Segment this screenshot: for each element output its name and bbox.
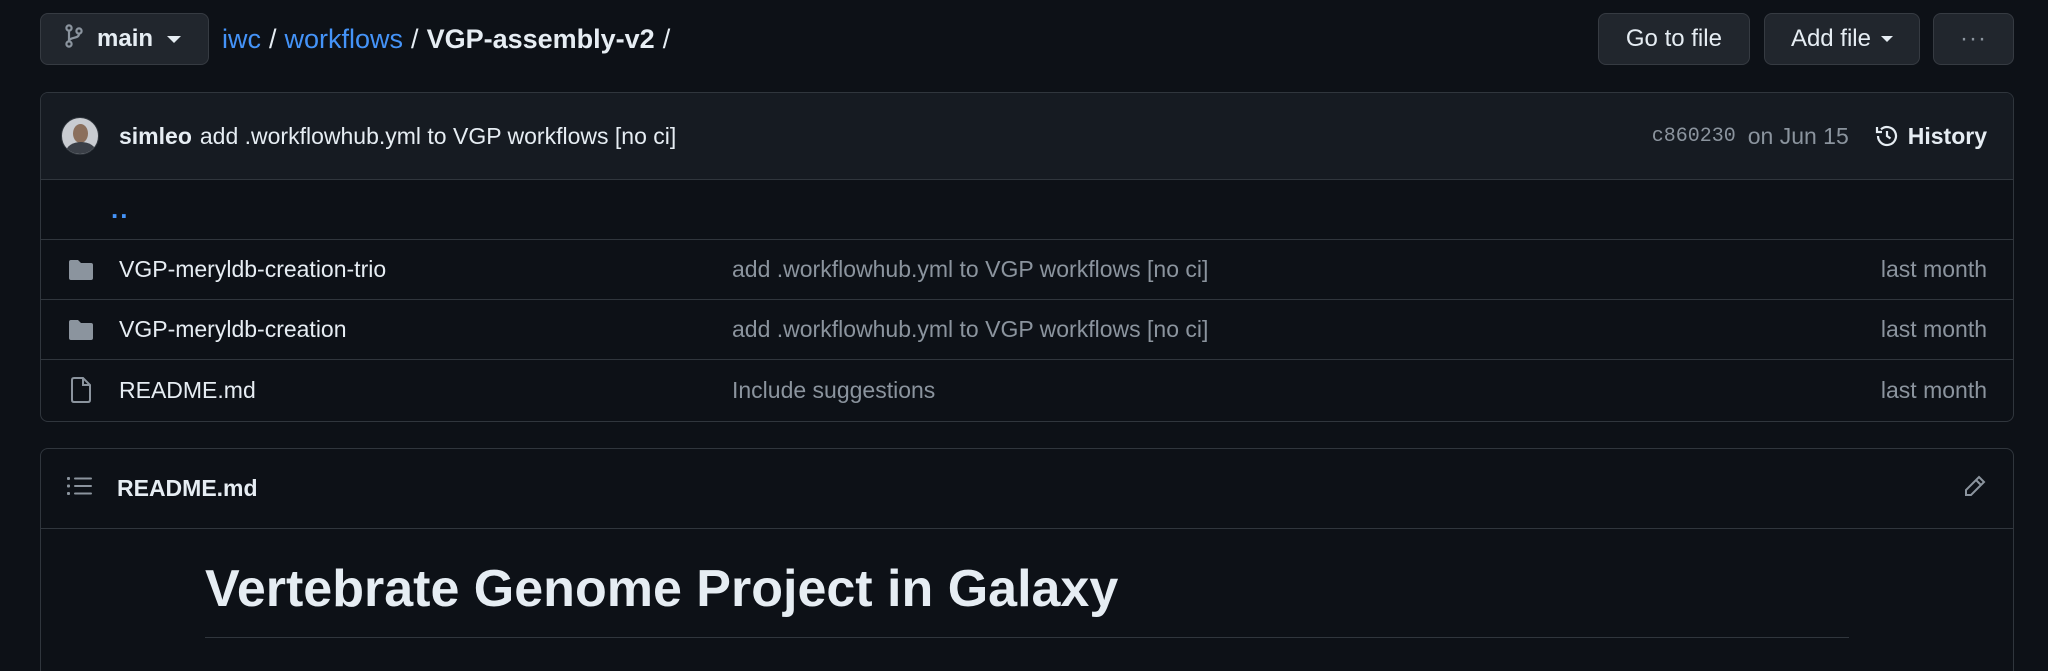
readme-content: Vertebrate Genome Project in Galaxy <box>41 529 2013 638</box>
branch-selector-button[interactable]: main <box>40 13 209 65</box>
more-options-button[interactable]: ··· <box>1933 13 2014 65</box>
commit-message[interactable]: add .workflowhub.yml to VGP workflows [n… <box>200 123 676 150</box>
add-file-label: Add file <box>1790 25 1871 52</box>
folder-icon <box>67 256 95 284</box>
breadcrumb-separator: / <box>662 23 671 54</box>
file-browser: simleo add .workflowhub.yml to VGP workf… <box>40 92 2014 422</box>
chevron-down-icon <box>167 35 182 43</box>
file-commit-message[interactable]: Include suggestions <box>732 377 1881 404</box>
go-to-file-button[interactable]: Go to file <box>1597 13 1750 65</box>
readme-filename[interactable]: README.md <box>117 475 258 502</box>
file-commit-message[interactable]: add .workflowhub.yml to VGP workflows [n… <box>732 256 1881 283</box>
history-icon <box>1875 125 1897 147</box>
table-row[interactable]: VGP-meryldb-creation-trio add .workflowh… <box>41 240 2013 300</box>
breadcrumb-folder-link[interactable]: workflows <box>285 24 404 55</box>
file-name-link[interactable]: README.md <box>119 377 732 404</box>
readme-panel: README.md Vertebrate Genome Project in G… <box>40 448 2014 671</box>
parent-directory-link[interactable]: .. <box>111 194 129 225</box>
file-icon <box>67 376 95 404</box>
commit-author[interactable]: simleo <box>119 123 192 150</box>
file-name-link[interactable]: VGP-meryldb-creation-trio <box>119 256 732 283</box>
folder-icon <box>67 316 95 344</box>
history-link[interactable]: History <box>1874 123 1987 150</box>
commit-sha[interactable]: c860230 <box>1652 125 1736 148</box>
breadcrumb: iwc / workflows / VGP-assembly-v2 / <box>222 24 678 55</box>
file-commit-date: last month <box>1880 376 1987 403</box>
history-label: History <box>1907 122 1987 149</box>
chevron-down-icon <box>1881 36 1893 42</box>
file-commit-date: last month <box>1880 256 1987 282</box>
readme-header: README.md <box>41 449 2013 529</box>
add-file-button[interactable]: Add file <box>1763 13 1920 65</box>
pencil-icon[interactable] <box>1963 474 1987 503</box>
breadcrumb-current: VGP-assembly-v2 <box>426 23 655 54</box>
table-row[interactable]: README.md Include suggestions last month <box>41 360 2013 420</box>
readme-heading: Vertebrate Genome Project in Galaxy <box>205 559 1849 638</box>
branch-name: main <box>97 25 154 52</box>
table-row[interactable]: VGP-meryldb-creation add .workflowhub.ym… <box>41 300 2013 360</box>
breadcrumb-separator: / <box>269 23 277 54</box>
commit-date: on Jun 15 <box>1747 122 1849 149</box>
breadcrumb-repo-link[interactable]: iwc <box>222 24 261 55</box>
file-commit-date: last month <box>1880 316 1987 342</box>
list-unordered-icon[interactable] <box>67 475 93 502</box>
commit-meta: c860230 on Jun 15 History <box>1652 123 1987 150</box>
kebab-horizontal-icon: ··· <box>1960 25 1987 52</box>
repo-topbar: main iwc / workflows / VGP-assembly-v2 /… <box>40 13 2014 65</box>
parent-directory-row[interactable]: .. <box>41 180 2013 240</box>
git-branch-icon <box>65 23 83 55</box>
avatar[interactable] <box>61 117 99 155</box>
latest-commit-bar: simleo add .workflowhub.yml to VGP workf… <box>41 93 2013 180</box>
go-to-file-label: Go to file <box>1625 25 1722 52</box>
breadcrumb-separator: / <box>411 23 419 54</box>
file-name-link[interactable]: VGP-meryldb-creation <box>119 316 732 343</box>
file-commit-message[interactable]: add .workflowhub.yml to VGP workflows [n… <box>732 316 1881 343</box>
